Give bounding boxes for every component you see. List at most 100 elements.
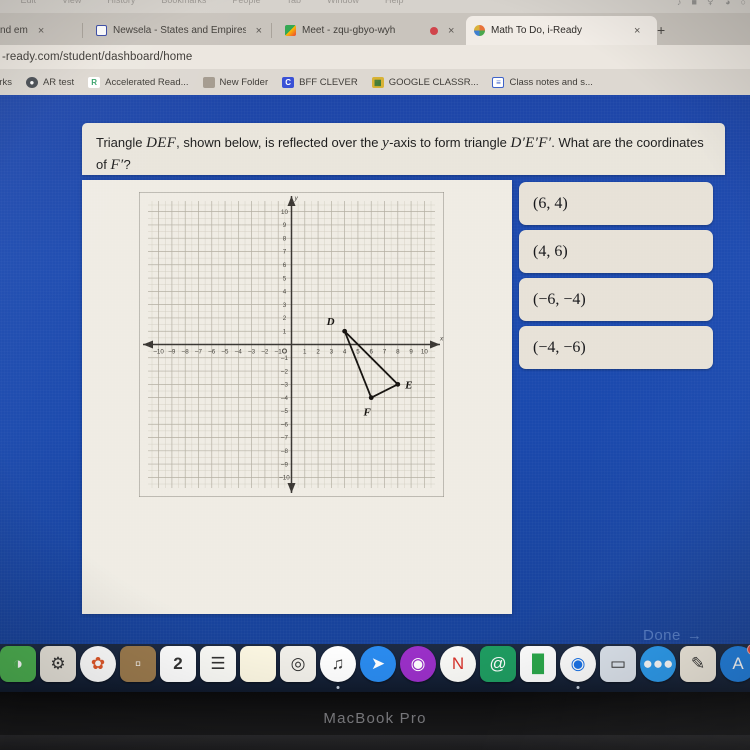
app-store-icon[interactable]: A2 (720, 644, 750, 682)
itunes-icon-glyph: ♫ (331, 654, 345, 673)
question-prompt: Triangle DEF, shown below, is reflected … (82, 123, 725, 175)
bookmark-ar-test[interactable]: ● AR test (25, 76, 75, 88)
finder-icon[interactable]: ◑ (0, 646, 36, 682)
launchpad-icon[interactable]: ⚙ (40, 646, 76, 682)
vertex-e (395, 381, 401, 387)
bookmark-class-notes[interactable]: ≡ Class notes and s... (492, 76, 593, 88)
bookmark-accelerated-reader[interactable]: R Accelerated Read... (88, 76, 189, 88)
menu-item-tab[interactable]: Tab (286, 0, 301, 5)
browser-tab-2[interactable]: Newsela - States and Empires × (88, 16, 268, 45)
bookmark-label: GOOGLE CLASSR... (388, 76, 479, 88)
browser-omnibox[interactable]: -ready.com/student/dashboard/home (0, 45, 750, 69)
browser-tab-1[interactable]: tates and em × (0, 16, 80, 45)
launchpad-icon-glyph: ⚙ (50, 654, 66, 673)
bookmark-bff-clever[interactable]: C BFF CLEVER (282, 76, 358, 88)
svg-text:8: 8 (283, 235, 287, 242)
svg-text:7: 7 (383, 349, 387, 356)
itunes-icon[interactable]: ♫ (320, 646, 356, 689)
url-text[interactable]: -ready.com/student/dashboard/home (0, 51, 192, 63)
reminders-icon[interactable]: ☰ (200, 646, 236, 682)
browser-tab-3-label: Meet - zqu-gbyo-wyh (302, 25, 396, 36)
calendar-icon[interactable]: 2 (160, 646, 196, 682)
bookmark-new-folder[interactable]: New Folder (202, 76, 268, 88)
triangle-def-label: DEF (146, 135, 177, 151)
bluetooth-icon[interactable]: ⚥ (707, 0, 715, 7)
browser-tab-2-label: Newsela - States and Empires (113, 25, 246, 36)
folder-icon (202, 76, 215, 88)
battery-icon[interactable]: ■ (692, 0, 697, 7)
newsela-icon (96, 25, 107, 36)
svg-text:–2: –2 (281, 368, 288, 375)
numbers-icon[interactable]: █ (520, 646, 556, 682)
svg-text:9: 9 (283, 222, 287, 229)
menu-item-edit[interactable]: Edit (21, 0, 37, 5)
browser-tab-5-active[interactable]: Math To Do, i-Ready × (466, 16, 657, 45)
menu-item-history[interactable]: History (107, 0, 135, 5)
question-text-1: Triangle (96, 135, 147, 150)
answer-choice-c[interactable]: (−6, −4) (519, 278, 713, 321)
answer-choice-a[interactable]: (6, 4) (519, 182, 713, 225)
answer-choice-c-label: (−6, −4) (533, 290, 586, 308)
menu-item-people[interactable]: People (232, 0, 260, 5)
arrow-right-icon: → (686, 627, 703, 644)
coordinate-plane-panel: –10 –9 –8 –7 –6 –5 –4 –3 –2 –1 1 2 3 4 5 6 7 8 9 10 –10 –9 –8–… (82, 180, 512, 614)
vertex-f (368, 395, 374, 401)
messages-icon[interactable]: ●●● (640, 646, 676, 682)
menu-item-bookmarks[interactable]: Bookmarks (161, 0, 206, 5)
bookmarks-bar: arks ● AR test R Accelerated Read... New… (0, 69, 750, 95)
notes-icon[interactable] (240, 646, 276, 682)
answer-choice-b[interactable]: (4, 6) (519, 230, 713, 273)
svg-text:–9: –9 (168, 349, 175, 356)
svg-text:8: 8 (396, 349, 400, 356)
google-meet-icon (285, 25, 296, 36)
browser-tab-1-label: tates and em (0, 25, 28, 36)
numbers-icon-glyph: █ (531, 654, 545, 673)
menu-item-window[interactable]: Window (327, 0, 359, 5)
svg-text:–9: –9 (281, 461, 288, 468)
contacts-icon[interactable]: ▫ (120, 646, 156, 682)
tab-separator (82, 23, 83, 38)
menu-bar-status-area: ♪ ■ ⚥ ◕ ○ (677, 0, 746, 7)
svg-text:–7: –7 (195, 349, 202, 356)
menu-item-help[interactable]: Help (385, 0, 404, 5)
news-icon[interactable]: N (440, 646, 476, 682)
svg-text:6: 6 (369, 349, 373, 356)
wifi-icon[interactable]: ◕ (725, 0, 730, 7)
triangle-defprime-label: D′E′F′ (510, 135, 552, 151)
answer-choice-d[interactable]: (−4, −6) (519, 326, 713, 369)
svg-text:–8: –8 (182, 349, 189, 356)
menu-bar-items[interactable]: File Edit View History Bookmarks People … (0, 0, 404, 5)
mail-icon[interactable]: @ (480, 646, 516, 682)
answer-choice-list: (6, 4) (4, 6) (−6, −4) (−4, −6) (519, 182, 713, 374)
close-icon[interactable]: × (38, 25, 44, 37)
bookmark-label: AR test (42, 76, 75, 88)
bezel-sheen (0, 735, 750, 750)
bookmark-google-classroom[interactable]: ▦ GOOGLE CLASSR... (371, 76, 479, 88)
close-icon[interactable]: × (448, 25, 454, 37)
done-button[interactable]: Done → (643, 627, 702, 644)
safari-icon[interactable]: ➤ (360, 646, 396, 682)
new-tab-button[interactable]: + (657, 23, 665, 37)
svg-text:10: 10 (421, 349, 428, 356)
podcasts-icon[interactable]: ◉ (400, 646, 436, 682)
pages-icon-glyph: ✎ (690, 654, 706, 673)
close-icon[interactable]: × (634, 25, 640, 37)
photos-icon[interactable]: ✿ (80, 646, 116, 682)
keynote-icon[interactable]: ▭ (600, 646, 636, 682)
bookmarks-overflow-label[interactable]: arks (0, 77, 12, 88)
svg-text:–4: –4 (281, 395, 288, 402)
close-icon[interactable]: × (256, 25, 262, 37)
svg-text:–3: –3 (248, 349, 255, 356)
pages-icon[interactable]: ✎ (680, 646, 716, 682)
svg-text:–6: –6 (281, 421, 288, 428)
menu-item-view[interactable]: View (62, 0, 81, 5)
chrome-icon[interactable]: ◉ (560, 646, 596, 689)
vertex-label-e: E (404, 379, 412, 391)
svg-text:3: 3 (330, 349, 334, 356)
volume-icon[interactable]: ♪ (677, 0, 682, 7)
browser-tab-3[interactable]: Meet - zqu-gbyo-wyh (277, 16, 422, 45)
macos-menu-bar: File Edit View History Bookmarks People … (0, 0, 750, 13)
clock-icon[interactable]: ○ (741, 0, 746, 7)
photo-booth-icon[interactable]: ◎ (280, 646, 316, 682)
browser-tab-4[interactable]: × (422, 16, 470, 45)
